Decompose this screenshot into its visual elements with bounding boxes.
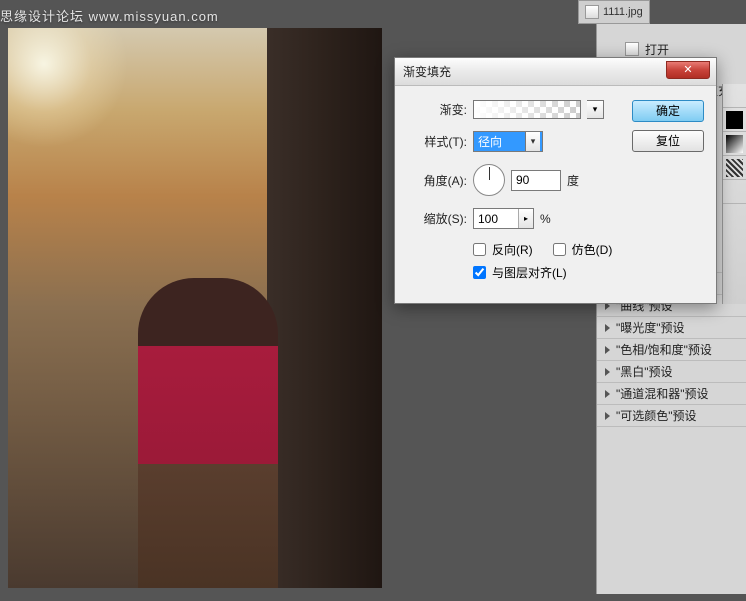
- document-icon: [625, 42, 639, 56]
- dither-checkbox[interactable]: [553, 243, 566, 256]
- style-label: 样式(T):: [407, 133, 467, 150]
- gradient-dropdown-button[interactable]: ▾: [587, 100, 604, 119]
- scale-input[interactable]: [474, 209, 518, 228]
- canvas-image-content: [267, 28, 382, 588]
- dialog-titlebar[interactable]: 渐变填充 ✕: [395, 58, 716, 86]
- chevron-right-icon: [605, 346, 610, 354]
- document-filename: 1111.jpg: [603, 6, 643, 18]
- tool-slot[interactable]: [723, 132, 746, 156]
- preset-item-channel-mixer[interactable]: "通道混和器"预设: [597, 382, 746, 404]
- file-icon: [585, 5, 599, 19]
- align-checkbox[interactable]: [473, 266, 486, 279]
- image-canvas[interactable]: [8, 28, 382, 588]
- gradient-fill-dialog: 渐变填充 ✕ 渐变: ▾ 样式(T): 径向 ▾ 角度(A): 度: [394, 57, 717, 304]
- preset-item-exposure[interactable]: "曝光度"预设: [597, 316, 746, 338]
- preset-label: "可选颜色"预设: [616, 407, 697, 424]
- swatch-black-icon: [726, 111, 743, 129]
- preset-label: "曝光度"预设: [616, 319, 685, 336]
- angle-label: 角度(A):: [407, 172, 467, 189]
- dialog-title-text: 渐变填充: [403, 63, 451, 80]
- reverse-label: 反向(R): [492, 241, 533, 258]
- gradient-label: 渐变:: [407, 101, 467, 118]
- angle-dial[interactable]: [473, 164, 505, 196]
- preset-label: "色相/饱和度"预设: [616, 341, 712, 358]
- chevron-right-icon: [605, 368, 610, 376]
- style-value: 径向: [478, 133, 502, 150]
- preset-item-bw[interactable]: "黑白"预设: [597, 360, 746, 382]
- reverse-checkbox[interactable]: [473, 243, 486, 256]
- swatch-pattern-icon: [726, 159, 743, 177]
- gradient-picker[interactable]: [473, 100, 581, 119]
- scale-unit: %: [540, 212, 551, 226]
- chevron-right-icon: [605, 412, 610, 420]
- tool-slot[interactable]: [723, 84, 746, 108]
- preset-label: "黑白"预设: [616, 363, 673, 380]
- document-tab[interactable]: 1111.jpg: [578, 0, 650, 24]
- tool-slot[interactable]: [723, 108, 746, 132]
- dither-label: 仿色(D): [572, 241, 613, 258]
- swatch-gradient-icon: [726, 135, 743, 153]
- close-button[interactable]: ✕: [666, 61, 710, 79]
- preset-list: "色阶"预设 "曲线"预设 "曝光度"预设 "色相/饱和度"预设 "黑白"预设 …: [597, 272, 746, 566]
- align-label: 与图层对齐(L): [492, 264, 567, 281]
- tool-slot[interactable]: [723, 180, 746, 204]
- preset-item-selective-color[interactable]: "可选颜色"预设: [597, 404, 746, 426]
- scale-stepper[interactable]: ▸: [473, 208, 534, 229]
- tool-slot[interactable]: [723, 156, 746, 180]
- canvas-image-content: [138, 278, 278, 588]
- watermark-text: 思缘设计论坛 www.missyuan.com: [0, 6, 219, 25]
- style-select[interactable]: 径向 ▾: [473, 131, 543, 152]
- reset-button[interactable]: 复位: [632, 130, 704, 152]
- preset-item-hue-sat[interactable]: "色相/饱和度"预设: [597, 338, 746, 360]
- angle-unit: 度: [567, 172, 579, 189]
- panel-empty-area: [597, 426, 746, 566]
- preset-label: "通道混和器"预设: [616, 385, 709, 402]
- angle-input[interactable]: [511, 170, 561, 191]
- open-label: 打开: [645, 41, 669, 58]
- chevron-right-icon: [605, 324, 610, 332]
- ok-button[interactable]: 确定: [632, 100, 704, 122]
- right-tool-strip: [722, 84, 746, 304]
- chevron-right-icon[interactable]: ▸: [518, 209, 533, 228]
- scale-label: 缩放(S):: [407, 210, 467, 227]
- chevron-right-icon: [605, 390, 610, 398]
- chevron-down-icon: ▾: [525, 132, 540, 151]
